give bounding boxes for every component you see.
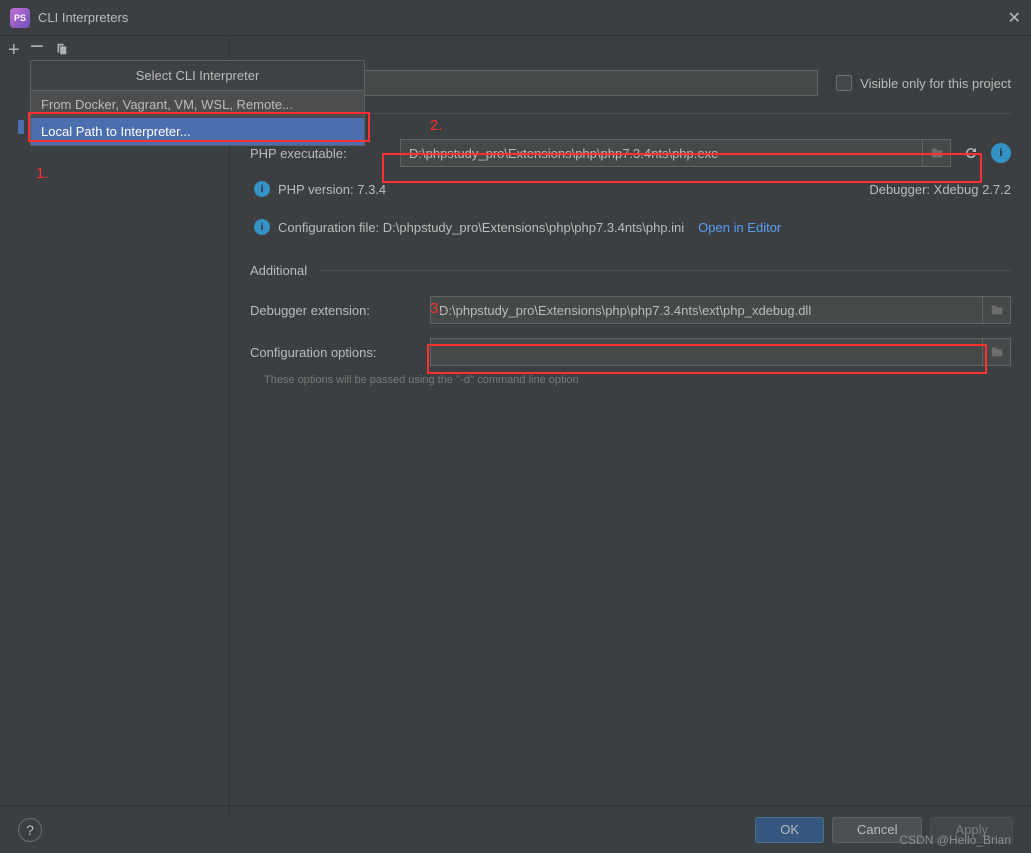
visible-only-checkbox[interactable]: Visible only for this project — [836, 75, 1011, 91]
window-title: CLI Interpreters — [38, 10, 128, 25]
additional-section-label: Additional — [250, 263, 307, 278]
section-divider — [308, 113, 1011, 114]
checkbox-icon — [836, 75, 852, 91]
info-icon: i — [254, 219, 270, 235]
debugger-extension-label: Debugger extension: — [250, 303, 430, 318]
edit-icon[interactable] — [983, 338, 1011, 366]
debugger-label: Debugger: Xdebug 2.7.2 — [869, 182, 1011, 197]
annotation-label-2: 2. — [430, 117, 443, 134]
visible-only-label: Visible only for this project — [860, 76, 1011, 91]
copy-icon[interactable] — [54, 41, 68, 59]
add-icon[interactable]: + — [8, 40, 20, 60]
php-executable-label: PHP executable: — [250, 146, 400, 161]
help-icon[interactable]: ? — [18, 818, 42, 842]
watermark: CSDN @Hello_Brian — [899, 833, 1011, 847]
config-options-input[interactable] — [430, 338, 983, 366]
info-icon: i — [254, 181, 270, 197]
titlebar: PS CLI Interpreters ✕ — [0, 0, 1031, 36]
annotation-label-3: 3. — [430, 300, 443, 317]
close-icon[interactable]: ✕ — [1008, 8, 1021, 28]
dialog-button-bar: ? OK Cancel Apply — [0, 805, 1031, 853]
name-input[interactable] — [294, 70, 818, 96]
app-icon: PS — [10, 8, 30, 28]
browse-icon[interactable] — [983, 296, 1011, 324]
config-file-label: Configuration file: D:\phpstudy_pro\Exte… — [278, 220, 684, 235]
dropdown-item-local[interactable]: Local Path to Interpreter... — [31, 118, 364, 145]
php-version-label: PHP version: 7.3.4 — [278, 182, 386, 197]
section-divider — [319, 270, 1011, 271]
info-icon[interactable]: i — [991, 143, 1011, 163]
php-executable-input[interactable] — [400, 139, 923, 167]
interpreter-details-panel: Name: Visible only for this project Gene… — [230, 36, 1031, 816]
config-options-label: Configuration options: — [250, 345, 430, 360]
ok-button[interactable]: OK — [755, 817, 824, 843]
reload-icon[interactable] — [957, 139, 985, 167]
selected-entry-marker — [18, 120, 24, 134]
open-in-editor-link[interactable]: Open in Editor — [698, 220, 781, 235]
interpreter-list-panel: + − — [0, 36, 230, 816]
browse-icon[interactable] — [923, 139, 951, 167]
cli-interpreter-dropdown: Select CLI Interpreter From Docker, Vagr… — [30, 60, 365, 146]
annotation-label-1: 1. — [36, 165, 49, 182]
debugger-extension-input[interactable] — [430, 296, 983, 324]
dropdown-header: Select CLI Interpreter — [31, 61, 364, 91]
remove-icon[interactable]: − — [30, 35, 44, 59]
config-options-hint: These options will be passed using the '… — [250, 374, 1011, 386]
dropdown-item-docker[interactable]: From Docker, Vagrant, VM, WSL, Remote... — [31, 91, 364, 118]
